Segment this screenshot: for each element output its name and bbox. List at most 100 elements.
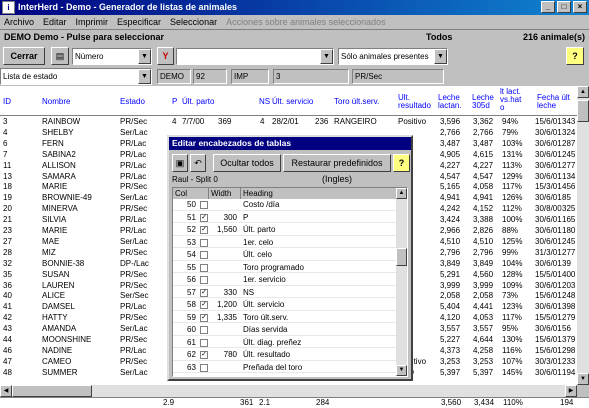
heading-text[interactable]: Últ. diag. preñez (243, 338, 301, 348)
heading-text[interactable]: Toro últ.serv. (243, 313, 288, 323)
sort-combo[interactable]: Número ▼ (72, 48, 152, 65)
list-item[interactable]: 57 ✓ 330 NS (173, 288, 397, 298)
col-header-ult-servicio[interactable]: Últ. servicio (272, 98, 313, 106)
visibility-checkbox[interactable]: ✓ (200, 301, 208, 309)
list-item[interactable]: 62 ✓ 780 Últ. resultado (173, 350, 397, 361)
heading-text[interactable]: NS (243, 288, 254, 298)
list-item[interactable]: 63 Preñada del toro (173, 363, 397, 373)
list-item[interactable]: 61 Últ. diag. preñez (173, 338, 397, 348)
menu-editar[interactable]: Editar (43, 15, 67, 29)
visibility-checkbox[interactable] (200, 251, 208, 259)
chevron-down-icon[interactable]: ▼ (138, 69, 151, 84)
grid-vertical-scrollbar[interactable]: ▲ ▼ (577, 86, 589, 385)
list-item[interactable]: 56 1er. servicio (173, 275, 397, 286)
list-item[interactable]: 50 Costo /día (173, 200, 397, 211)
app-icon[interactable]: i (2, 1, 15, 14)
list-item[interactable]: 51 ✓ 300 P (173, 213, 397, 223)
save-icon[interactable]: ▣ (172, 154, 188, 172)
heading-width[interactable]: 1,200 (213, 300, 237, 310)
herd-label[interactable]: DEMO Demo - Pulse para seleccionar (4, 30, 164, 44)
grid-horizontal-scrollbar[interactable]: ◀ ▶ (0, 385, 577, 397)
scroll-right-icon[interactable]: ▶ (565, 385, 577, 397)
menu-imprimir[interactable]: Imprimir (76, 15, 109, 29)
scroll-down-icon[interactable]: ▼ (396, 365, 407, 376)
heading-text[interactable]: Últ. parto (243, 225, 275, 235)
col-header-ult-parto[interactable]: Últ. parto (182, 98, 214, 106)
col-header-leche-305[interactable]: Leche 305d (472, 94, 496, 110)
col-header-toro[interactable]: Toro últ.serv. (334, 98, 379, 106)
col-header-id[interactable]: ID (3, 98, 11, 106)
filter-field-3[interactable]: 3 (273, 69, 349, 84)
filter-field-herd[interactable]: DEMO (157, 69, 191, 84)
filter-field-imp[interactable]: IMP (231, 69, 269, 84)
heading-text[interactable]: Costo /día (243, 200, 279, 210)
chevron-down-icon[interactable]: ▼ (320, 49, 333, 64)
list-item[interactable]: 59 ✓ 1,335 Toro últ.serv. (173, 313, 397, 323)
filter-icon[interactable]: Y (157, 47, 174, 65)
heading-text[interactable]: Últ. celo (243, 250, 272, 260)
heading-text[interactable]: 1er. celo (243, 238, 273, 248)
col-header-resultado[interactable]: Ult. resultado (398, 94, 436, 110)
list-item[interactable]: 54 Últ. celo (173, 250, 397, 261)
scroll-thumb[interactable] (577, 100, 589, 122)
close-button[interactable]: × (573, 1, 587, 13)
list-item[interactable]: 55 Toro programado (173, 263, 397, 273)
filter-combo[interactable]: ▼ (176, 48, 334, 65)
visibility-checkbox[interactable] (200, 338, 208, 347)
cerrar-button[interactable]: Cerrar (3, 47, 45, 65)
scroll-up-icon[interactable]: ▲ (577, 86, 589, 98)
col-header-fecha-leche[interactable]: Fecha últ leche (537, 94, 577, 110)
col-header-estado[interactable]: Estado (120, 98, 145, 106)
list-type-combo[interactable]: Lista de estado ▼ (0, 68, 152, 85)
visibility-checkbox[interactable] (200, 363, 208, 372)
visibility-checkbox[interactable]: ✓ (200, 226, 208, 234)
heading-text[interactable]: Días servida (243, 325, 287, 335)
heading-text[interactable]: Toro programado (243, 263, 304, 273)
heading-text[interactable]: Últ. servicio (243, 300, 284, 310)
scroll-thumb-horizontal[interactable] (12, 385, 92, 397)
col-header-lt-lact[interactable]: lt lact. vs.hat o (500, 88, 524, 112)
headings-scrollbar[interactable]: ▲ ▼ (396, 188, 407, 376)
visibility-checkbox[interactable] (200, 326, 208, 334)
headings-list[interactable]: Col Width Heading 50 Costo /día 51 ✓ 300 P 52 ✓… (172, 187, 408, 377)
heading-text[interactable]: P (243, 213, 248, 223)
visibility-checkbox[interactable]: ✓ (200, 313, 208, 322)
visibility-checkbox[interactable]: ✓ (200, 288, 208, 297)
heading-width[interactable]: 1,335 (213, 313, 237, 323)
table-row[interactable]: 3 RAINBOW PR/Sec 4 7/7/00 369 4 28/2/01 236 RANGE… (0, 117, 577, 127)
menu-especificar[interactable]: Especificar (117, 15, 161, 29)
help-button[interactable]: ? (566, 47, 584, 65)
restore-defaults-button[interactable]: Restaurar predefinidos (Ingles) (283, 154, 391, 184)
chevron-down-icon[interactable]: ▼ (138, 49, 151, 64)
chevron-down-icon[interactable]: ▼ (434, 49, 447, 64)
undo-icon[interactable]: ↶ (190, 154, 206, 172)
filter-field-count[interactable]: 92 (193, 69, 227, 84)
visibility-checkbox[interactable] (200, 238, 208, 247)
minimize-button[interactable]: _ (541, 1, 555, 13)
visibility-checkbox[interactable] (200, 263, 208, 272)
menu-archivo[interactable]: Archivo (4, 15, 34, 29)
filter-field-status[interactable]: PR/Sec (352, 69, 444, 84)
help-icon[interactable]: ? (393, 154, 410, 172)
menu-seleccionar[interactable]: Seleccionar (170, 15, 217, 29)
scroll-left-icon[interactable]: ◀ (0, 385, 12, 397)
scroll-up-icon[interactable]: ▲ (396, 188, 407, 199)
list-item[interactable]: 53 1er. celo (173, 238, 397, 248)
list-item[interactable]: 52 ✓ 1,560 Últ. parto (173, 225, 397, 236)
heading-width[interactable]: 1,560 (213, 225, 237, 235)
visibility-checkbox[interactable] (200, 276, 208, 284)
col-header-nombre[interactable]: Nombre (42, 98, 70, 106)
col-header-leche-lact[interactable]: Leche lactan. (438, 94, 468, 110)
maximize-button[interactable]: □ (557, 1, 571, 13)
heading-text[interactable]: Preñada del toro (243, 363, 302, 373)
print-icon[interactable]: ▤ (51, 47, 69, 65)
col-header-p[interactable]: P (172, 98, 177, 106)
list-item[interactable]: 58 ✓ 1,200 Últ. servicio (173, 300, 397, 311)
scroll-down-icon[interactable]: ▼ (577, 373, 589, 385)
menu-acciones[interactable]: Acciones sobre animales seleccionados (226, 15, 386, 29)
heading-width[interactable]: 330 (213, 288, 237, 298)
heading-text[interactable]: Últ. resultado (243, 350, 290, 360)
scroll-thumb[interactable] (396, 248, 407, 266)
col-header-ns[interactable]: NS (259, 98, 270, 106)
visibility-checkbox[interactable]: ✓ (200, 213, 208, 222)
